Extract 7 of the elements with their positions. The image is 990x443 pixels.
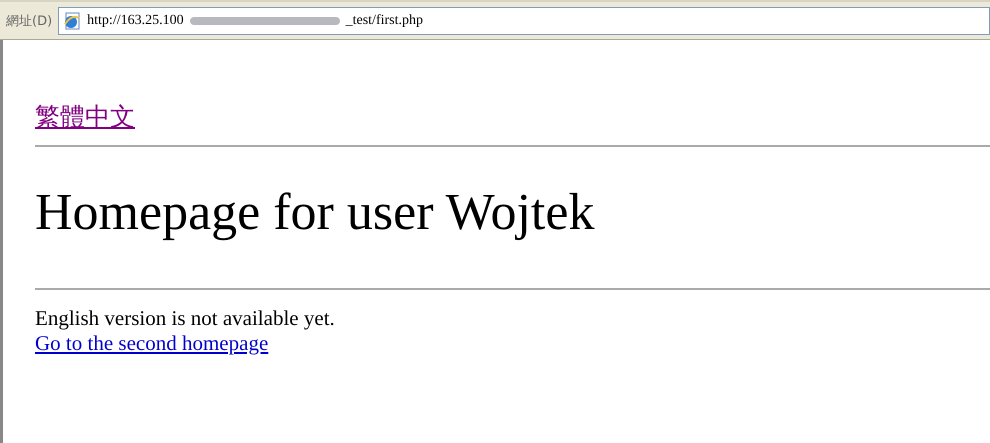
- notice-text: English version is not available yet.: [35, 306, 336, 331]
- language-link[interactable]: 繁體中文: [35, 100, 135, 133]
- address-field[interactable]: http://163.25.100 _test/first.php: [58, 6, 990, 34]
- address-label: 網址(D): [6, 12, 52, 30]
- second-homepage-link[interactable]: Go to the second homepage: [35, 331, 268, 355]
- page-icon: [63, 12, 82, 30]
- page-heading: Homepage for user Wojtek: [35, 183, 596, 242]
